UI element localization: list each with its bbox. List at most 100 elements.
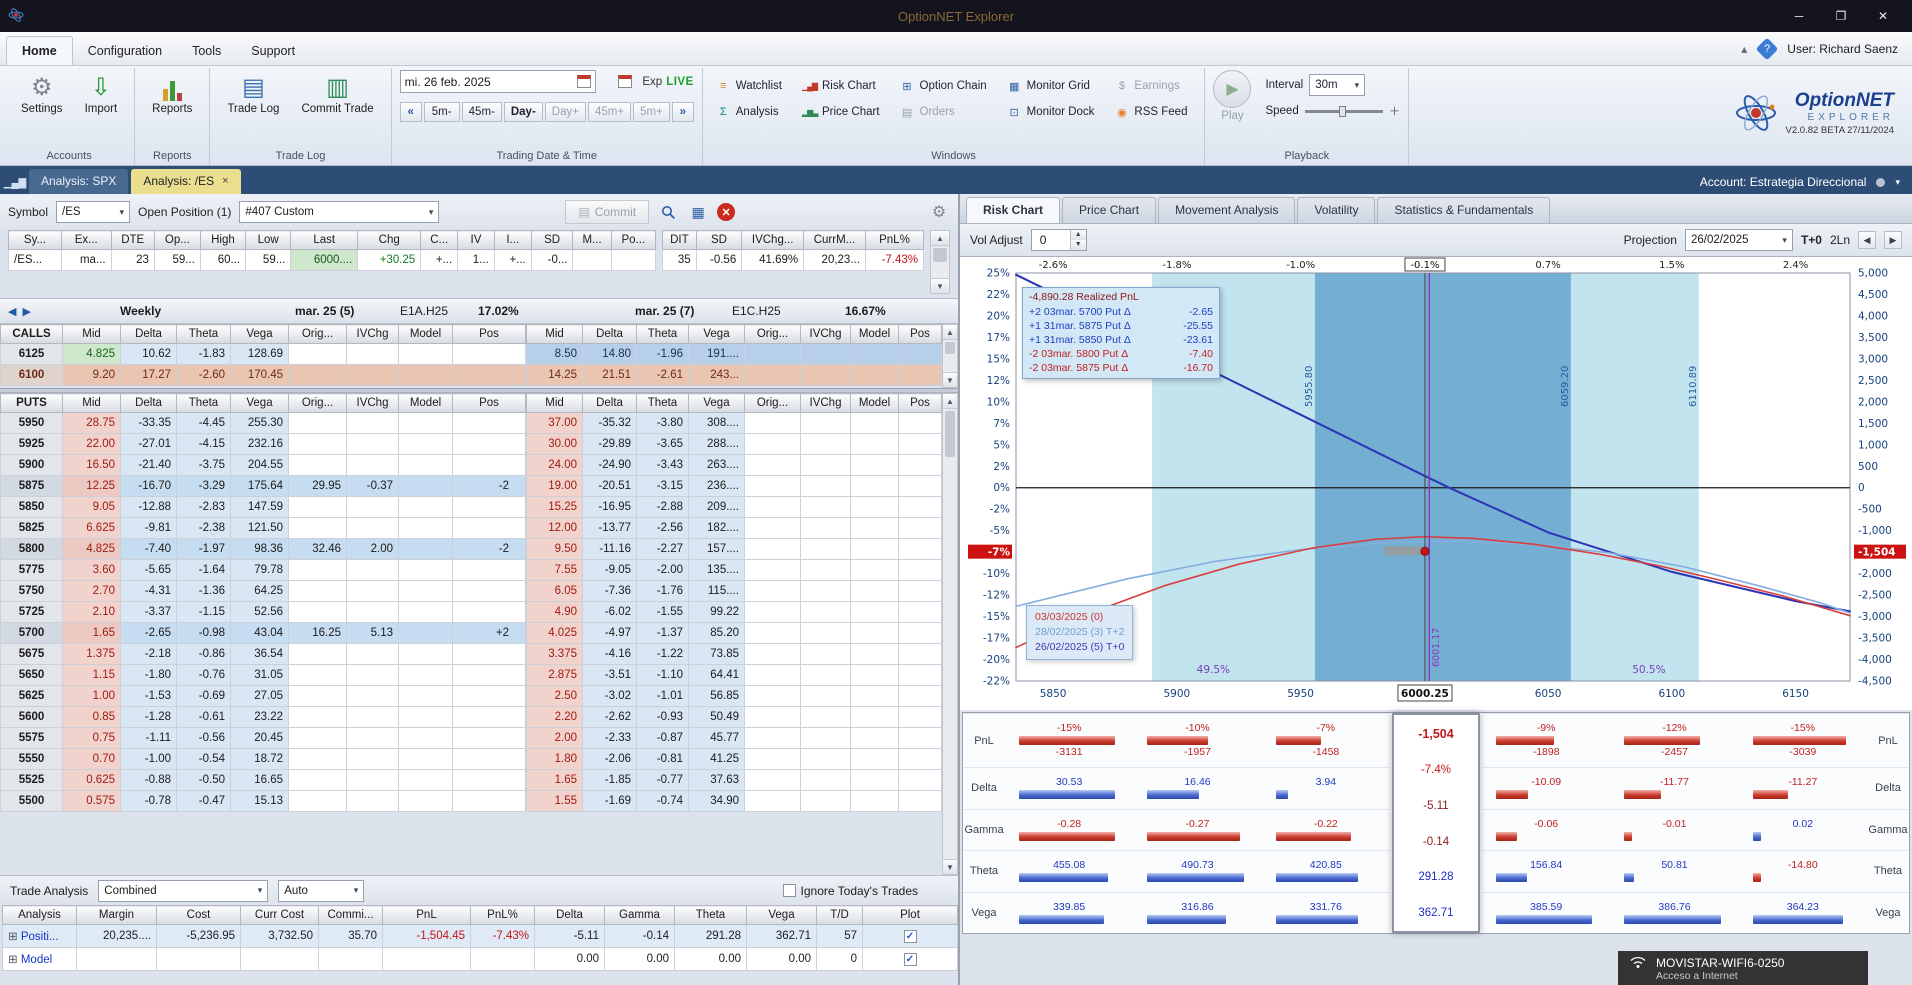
table-row[interactable]: 5850 9.05 -12.88 -2.83 147.59 [0, 496, 526, 518]
column-header[interactable]: Analysis [2, 905, 77, 925]
cell[interactable]: -16.70 [120, 475, 177, 497]
risk-chart[interactable]: 25% 22% 20% 17% 15% 12% 10% 7% 5% 2% 0% -2% -5% -7% -1… [960, 256, 1912, 710]
cell[interactable] [850, 748, 899, 770]
cell[interactable]: -1.85 [582, 769, 637, 791]
cell[interactable] [346, 790, 399, 812]
menu-tools[interactable]: Tools [177, 37, 236, 65]
column-header[interactable]: Chg [357, 230, 422, 250]
cell[interactable] [346, 769, 399, 791]
symbol-select[interactable]: /ES ▾ [56, 201, 131, 223]
greeks-cell[interactable]: -7% -1458 [1261, 713, 1390, 767]
greeks-cell[interactable]: -11.27 [1738, 767, 1867, 809]
table-row[interactable]: 4.90 -6.02 -1.55 99.22 [526, 601, 942, 623]
cell[interactable]: -0.76 [176, 664, 231, 686]
cell[interactable] [452, 664, 526, 686]
tab-analysis-es[interactable]: Analysis: /ES × [131, 169, 241, 194]
table-row[interactable]: 5725 2.10 -3.37 -1.15 52.56 [0, 601, 526, 623]
cell[interactable] [898, 622, 942, 644]
cell[interactable] [346, 412, 399, 434]
cell[interactable]: 209.... [688, 496, 745, 518]
column-header[interactable]: Vega [688, 393, 745, 413]
table-row[interactable]: 5925 22.00 -27.01 -4.15 232.16 [0, 433, 526, 455]
column-header[interactable]: C... [420, 230, 459, 250]
cell[interactable]: 41.25 [688, 748, 745, 770]
table-row[interactable]: Model0.000.000.000.000✓ [2, 947, 958, 971]
chain-settings-gear-icon[interactable]: ⚙ [928, 201, 950, 223]
cell[interactable]: 191.... [688, 343, 745, 365]
cell[interactable]: 5800 [0, 538, 63, 560]
cell[interactable]: -3.02 [582, 685, 637, 707]
column-header[interactable]: SD [530, 230, 574, 250]
cell[interactable] [898, 643, 942, 665]
cell[interactable] [288, 601, 347, 623]
table-row[interactable]: 5950 28.75 -33.35 -4.45 255.30 [0, 412, 526, 434]
cell[interactable] [898, 433, 942, 455]
cell[interactable] [398, 706, 453, 728]
projection-next-button[interactable]: ▶ [1884, 231, 1902, 249]
cell[interactable] [850, 601, 899, 623]
cell[interactable] [346, 685, 399, 707]
cell[interactable] [850, 685, 899, 707]
summary-scrollbar[interactable]: ▲ ▼ [930, 230, 950, 294]
column-header[interactable]: Orig... [288, 324, 347, 344]
table-row[interactable]: 14.25 21.51 -2.61 243... [526, 364, 942, 386]
greeks-cell[interactable]: 316.86 [1133, 891, 1262, 934]
cell[interactable]: 0.575 [62, 790, 121, 812]
right-expiry-date[interactable]: mar. 25 (7) [635, 304, 694, 318]
cell[interactable] [156, 947, 241, 971]
cell[interactable]: 5700 [0, 622, 63, 644]
cell[interactable] [288, 559, 347, 581]
cell[interactable]: 79.78 [230, 559, 289, 581]
cell[interactable]: 8.50 [526, 343, 583, 365]
cell[interactable]: -1.11 [120, 727, 177, 749]
greeks-cell[interactable]: -0.01 [1610, 808, 1739, 851]
cell[interactable]: 3,732.50 [240, 924, 319, 948]
greeks-cell[interactable]: -11.77 [1610, 767, 1739, 809]
cell[interactable] [398, 748, 453, 770]
cell[interactable]: -9.81 [120, 517, 177, 539]
cell[interactable] [288, 454, 347, 476]
cell[interactable] [452, 685, 526, 707]
column-header[interactable]: Orig... [288, 393, 347, 413]
cell[interactable] [288, 412, 347, 434]
cell[interactable]: 362.71 [746, 924, 817, 948]
vol-adjust-input[interactable]: 0 ▲ ▼ [1030, 229, 1087, 251]
cell[interactable]: -7.36 [582, 580, 637, 602]
cell[interactable] [800, 343, 851, 365]
cell[interactable]: 60... [199, 249, 247, 271]
cell[interactable]: 128.69 [230, 343, 289, 365]
cell[interactable]: 263.... [688, 454, 745, 476]
cell[interactable] [744, 664, 801, 686]
cell[interactable]: 135.... [688, 559, 745, 581]
cell[interactable]: -0.37 [346, 475, 399, 497]
cell[interactable]: 0.625 [62, 769, 121, 791]
table-row[interactable]: 2.875 -3.51 -1.10 64.41 [526, 664, 942, 686]
column-header[interactable]: Delta [120, 324, 177, 344]
cell[interactable] [800, 454, 851, 476]
cell[interactable]: 232.16 [230, 433, 289, 455]
cell[interactable] [744, 748, 801, 770]
cell[interactable]: -5.65 [120, 559, 177, 581]
search-icon[interactable] [657, 201, 679, 223]
greeks-cell[interactable]: 420.85 [1261, 850, 1390, 892]
cell[interactable]: 3.375 [526, 643, 583, 665]
cell[interactable]: 98.36 [230, 538, 289, 560]
column-header[interactable]: M... [572, 230, 612, 250]
cell[interactable] [850, 769, 899, 791]
cell[interactable] [744, 559, 801, 581]
cell[interactable] [898, 364, 942, 386]
cell[interactable] [744, 496, 801, 518]
cell[interactable]: -0.50 [176, 769, 231, 791]
cell[interactable]: -1.55 [636, 601, 689, 623]
cell[interactable]: 243... [688, 364, 745, 386]
cell[interactable] [288, 496, 347, 518]
monitor-grid-toggle[interactable]: ▦ Monitor Grid [1002, 74, 1104, 98]
cell[interactable]: 22.00 [62, 433, 121, 455]
cell[interactable] [850, 727, 899, 749]
cell[interactable]: 24.00 [526, 454, 583, 476]
cell[interactable]: -0.14 [604, 924, 675, 948]
cell[interactable] [572, 249, 612, 271]
column-header[interactable]: Plot [862, 905, 958, 925]
cell[interactable]: 1.65 [62, 622, 121, 644]
cell[interactable]: -1.28 [120, 706, 177, 728]
